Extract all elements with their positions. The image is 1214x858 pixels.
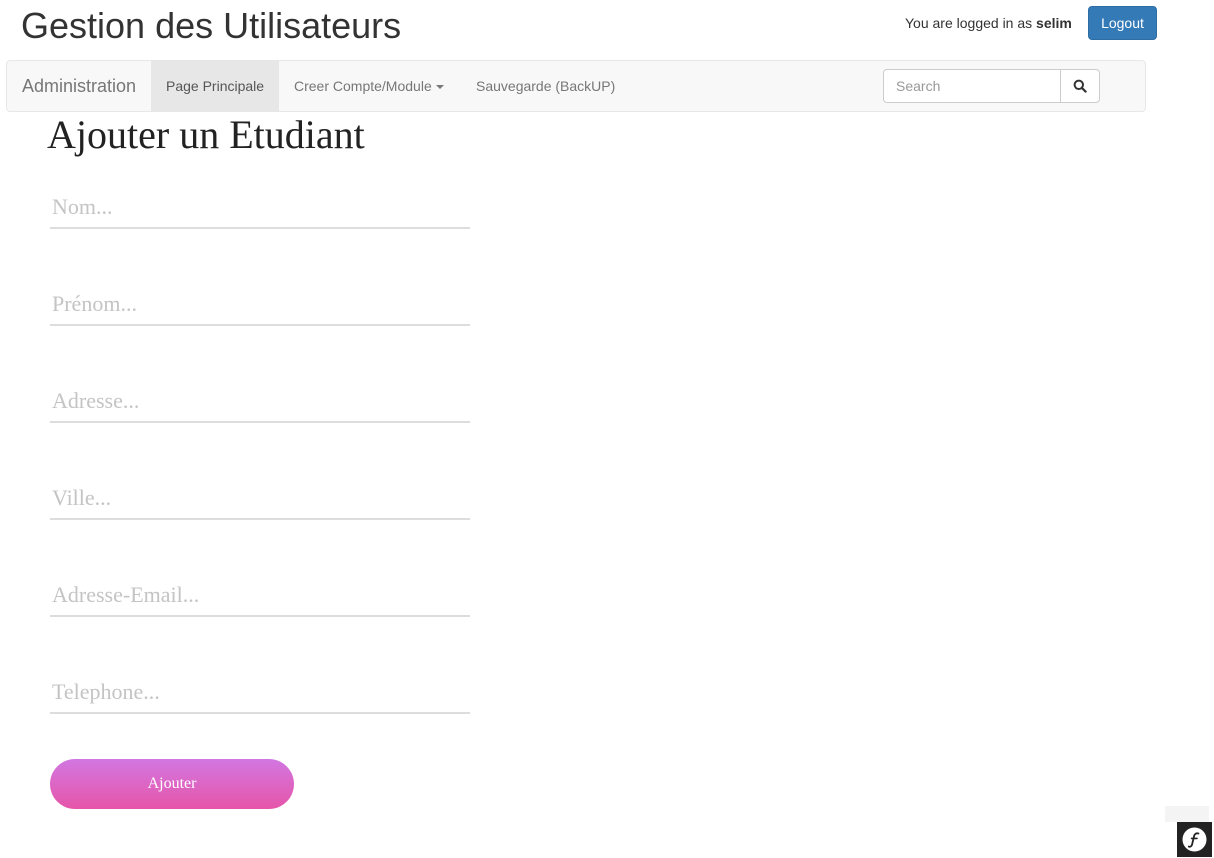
page-title: Gestion des Utilisateurs: [21, 5, 402, 46]
navbar: Administration Page Principale Creer Com…: [6, 60, 1146, 112]
logout-button[interactable]: Logout: [1088, 6, 1157, 40]
adresse-field[interactable]: [50, 381, 470, 423]
ville-field[interactable]: [50, 478, 470, 520]
login-status-text: You are logged in as: [905, 15, 1033, 31]
prenom-field[interactable]: [50, 284, 470, 326]
nav-item-page-principale[interactable]: Page Principale: [151, 61, 279, 111]
search-input[interactable]: [883, 69, 1061, 103]
search-icon: [1061, 79, 1099, 93]
form-title: Ajouter un Etudiant: [47, 112, 365, 157]
caret-down-icon: [435, 85, 444, 90]
nav-item-label: Page Principale: [166, 78, 265, 94]
email-field[interactable]: [50, 575, 470, 617]
username: selim: [1036, 15, 1072, 31]
login-status: You are logged in as selim: [905, 14, 1072, 32]
toolbar-tab: [1165, 806, 1209, 822]
ajouter-button[interactable]: Ajouter: [50, 759, 294, 809]
search-form: [883, 69, 1101, 103]
nav-item-label: Creer Compte/Module: [294, 78, 432, 94]
symfony-debug-toolbar-toggle[interactable]: [1177, 822, 1212, 857]
telephone-field[interactable]: [50, 672, 470, 714]
search-button[interactable]: [1060, 69, 1100, 103]
nom-field[interactable]: [50, 187, 470, 229]
navbar-brand[interactable]: Administration: [22, 61, 136, 111]
nav-item-sauvegarde[interactable]: Sauvegarde (BackUP): [461, 61, 630, 111]
nav-item-creer-compte-dropdown[interactable]: Creer Compte/Module: [279, 61, 459, 111]
nav-item-label: Sauvegarde (BackUP): [476, 78, 616, 94]
